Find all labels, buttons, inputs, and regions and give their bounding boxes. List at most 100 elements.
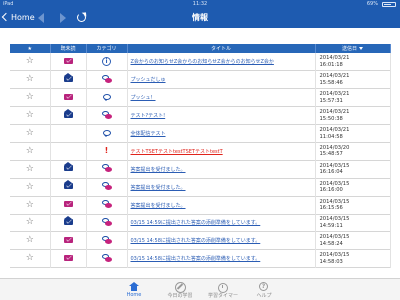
category-cell — [86, 124, 128, 143]
date-cell: 2014/03/21 15:57:31 — [315, 88, 391, 107]
table-row[interactable]: ☆ 03/15 14:58に提出された答案の添削準備をしています。 2014/03/… — [10, 231, 391, 250]
message-title-link[interactable]: 03/15 14:58に提出された答案の添削準備をしています。 — [131, 256, 261, 262]
tab-bar: Home 今日の学習 学習タイマー ? ヘルプ — [0, 278, 400, 300]
title-cell: 03/15 14:59に提出された答案の添削準備をしています。 — [127, 214, 316, 232]
messages-table: ★ 既未読 カテゴリ タイトル 送信日 ☆ i Z会からのお知らせZ会からのお知らせ… — [10, 44, 391, 268]
star-cell: ☆ — [10, 231, 51, 250]
read-mail-icon — [63, 108, 73, 118]
column-header-category[interactable]: カテゴリ — [86, 44, 128, 53]
chat-bubble-icon — [101, 182, 112, 191]
table-row[interactable]: ☆ 答案提出を受付ました。 2014/03/15 16:16:00 — [10, 178, 391, 197]
message-title-link[interactable]: 答案提出を受付ました。 — [131, 203, 186, 209]
title-cell: テスト?テスト! — [127, 106, 316, 125]
star-icon[interactable]: ☆ — [26, 75, 34, 84]
message-title-link[interactable]: プッシュだしゅ — [131, 77, 166, 83]
table-row[interactable]: ☆ テスト?テスト! 2014/03/21 15:50:38 — [10, 106, 391, 125]
chat-bubble-icon — [101, 74, 112, 83]
message-title-link[interactable]: テストTSETテストtestTSETテストtestT — [131, 149, 223, 155]
tab-help[interactable]: ? ヘルプ — [234, 279, 294, 300]
table-row[interactable]: ☆ 全体配信テスト 2014/03/21 11:04:58 — [10, 124, 391, 143]
star-icon[interactable]: ☆ — [26, 146, 34, 156]
sent-time: 15:48:57 — [319, 151, 343, 158]
star-cell: ☆ — [10, 160, 51, 179]
category-cell — [86, 196, 128, 215]
message-title-link[interactable]: Z会からのお知らせZ会からのお知らせZ会からのお知らせZ会か — [131, 59, 274, 65]
category-cell — [86, 106, 128, 125]
star-cell: ☆ — [10, 124, 51, 143]
chat-bubble-icon — [101, 110, 112, 119]
table-row[interactable]: ☆ 03/15 14:59に提出された答案の添削準備をしています。 2014/03/… — [10, 214, 391, 232]
column-header-date[interactable]: 送信日 — [315, 44, 391, 53]
star-cell: ☆ — [10, 88, 51, 107]
table-row[interactable]: ☆ 答案提出を受付ました。 2014/03/15 16:16:04 — [10, 160, 391, 179]
read-status-cell — [50, 53, 87, 71]
back-home-button[interactable]: Home — [1, 12, 35, 24]
star-icon[interactable]: ☆ — [26, 236, 34, 245]
title-cell: プッシュ！ — [127, 88, 316, 107]
date-cell: 2014/03/15 14:58:03 — [315, 249, 391, 268]
status-bar: iPad 11:32 69% — [0, 0, 400, 8]
title-cell: 答案提出を受付ました。 — [127, 196, 316, 215]
message-title-link[interactable]: テスト?テスト! — [131, 113, 166, 119]
star-icon[interactable]: ☆ — [26, 254, 34, 263]
table-row[interactable]: ☆ i Z会からのお知らせZ会からのお知らせZ会からのお知らせZ会か 2014/03/… — [10, 53, 391, 71]
table-row[interactable]: ☆! テストTSETテストtestTSETテストtestT 2014/03/20 15… — [10, 142, 391, 161]
read-status-cell — [50, 196, 87, 215]
table-row[interactable]: ☆ 答案提出を受付ました。 2014/03/15 16:15:56 — [10, 196, 391, 215]
read-mail-icon — [63, 215, 73, 225]
help-icon: ? — [259, 282, 268, 291]
unread-mail-icon — [63, 236, 73, 243]
column-header-date-label: 送信日 — [341, 46, 357, 52]
read-status-cell — [50, 231, 87, 250]
sent-time: 14:59:11 — [319, 222, 343, 229]
table-row[interactable]: ☆ プッシュ！ 2014/03/21 15:57:31 — [10, 88, 391, 107]
category-cell: i — [86, 53, 128, 71]
sent-time: 16:15:56 — [319, 205, 343, 212]
table-header-row: ★ 既未読 カテゴリ タイトル 送信日 — [10, 44, 391, 53]
star-cell: ☆ — [10, 53, 51, 71]
refresh-icon[interactable] — [77, 13, 86, 22]
message-title-link[interactable]: 答案提出を受付ました。 — [131, 185, 186, 191]
category-cell — [86, 214, 128, 232]
star-cell: ☆ — [10, 70, 51, 89]
unread-mail-icon — [63, 254, 73, 261]
message-title-link[interactable]: 答案提出を受付ました。 — [131, 167, 186, 173]
back-label: Home — [11, 13, 35, 22]
next-arrow-icon[interactable] — [60, 13, 66, 23]
date-cell: 2014/03/21 16:01:18 — [315, 53, 391, 71]
star-icon[interactable]: ☆ — [26, 93, 34, 102]
star-icon[interactable]: ☆ — [26, 200, 34, 210]
column-header-read-status[interactable]: 既未読 — [50, 44, 87, 53]
sent-time: 16:16:00 — [319, 187, 343, 194]
previous-arrow-icon[interactable] — [38, 13, 44, 23]
message-title-link[interactable]: 全体配信テスト — [131, 131, 166, 137]
star-icon[interactable]: ☆ — [26, 129, 34, 138]
star-icon[interactable]: ☆ — [26, 111, 34, 120]
unread-mail-icon — [63, 57, 73, 64]
column-header-star[interactable]: ★ — [10, 44, 51, 53]
message-title-link[interactable]: 03/15 14:58に提出された答案の添削準備をしています。 — [131, 238, 261, 244]
sort-desc-icon — [359, 47, 363, 50]
star-icon[interactable]: ☆ — [26, 218, 34, 227]
timer-icon — [218, 282, 228, 293]
title-cell: 03/15 14:58に提出された答案の添削準備をしています。 — [127, 249, 316, 268]
star-icon[interactable]: ☆ — [26, 164, 34, 174]
table-row[interactable]: ☆ プッシュだしゅ 2014/03/21 15:58:46 — [10, 70, 391, 89]
star-icon[interactable]: ☆ — [26, 182, 34, 192]
star-icon[interactable]: ☆ — [26, 57, 34, 66]
tab-help-label: ヘルプ — [256, 293, 272, 299]
table-row[interactable]: ☆ 03/15 14:58に提出された答案の添削準備をしています。 2014/03/… — [10, 249, 391, 268]
sent-time: 14:58:03 — [319, 258, 343, 265]
read-status-cell — [50, 88, 87, 107]
chat-bubble-icon — [101, 235, 112, 244]
message-title-link[interactable]: プッシュ！ — [131, 95, 156, 101]
chevron-left-icon — [1, 12, 11, 22]
sent-time: 15:58:46 — [319, 79, 343, 86]
message-title-link[interactable]: 03/15 14:59に提出された答案の添削準備をしています。 — [131, 220, 261, 226]
chat-bubble-icon — [101, 164, 112, 173]
date-cell: 2014/03/21 15:50:38 — [315, 106, 391, 125]
title-cell: 答案提出を受付ました。 — [127, 160, 316, 179]
sent-time: 15:50:38 — [319, 115, 343, 122]
sent-time: 15:57:31 — [319, 97, 343, 104]
column-header-title[interactable]: タイトル — [127, 44, 316, 53]
